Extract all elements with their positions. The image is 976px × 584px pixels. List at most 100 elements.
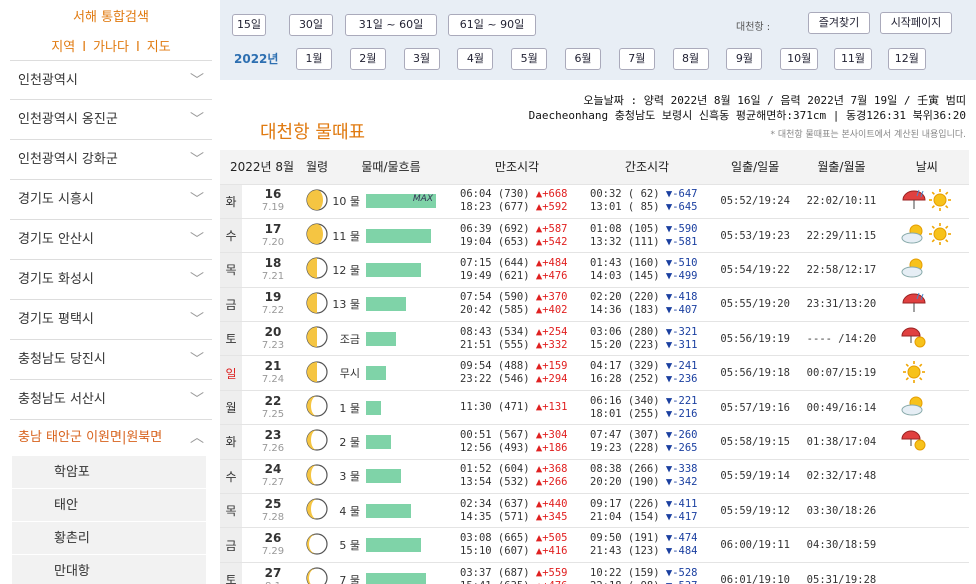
- low-tide-change: ▼-647: [665, 188, 698, 201]
- month-button[interactable]: 5월: [511, 48, 548, 70]
- sidebar-item-label: 경기도 시흥시: [18, 192, 94, 207]
- high-tide-time: 01:52 (604): [460, 463, 530, 476]
- month-button[interactable]: 3월: [403, 48, 440, 70]
- low-tide-time: 03:06 (280): [590, 325, 660, 338]
- bookmark-button[interactable]: 즐겨찾기: [808, 12, 870, 34]
- sidebar-item-label: 인천광역시 강화군: [18, 152, 118, 167]
- tide-bar-cell: [366, 321, 452, 356]
- sidebar-item[interactable]: 충청남도 당진시 ﹀: [10, 340, 212, 380]
- high-tide-time: 13:54 (532): [460, 476, 530, 489]
- low-tide-time: 09:17 (226): [590, 497, 660, 510]
- home-button[interactable]: 시작페이지: [880, 12, 952, 34]
- low-tide-cell: 01:08 (105) ▼-590 13:32 (111) ▼-581: [582, 217, 712, 253]
- month-button[interactable]: 6월: [565, 48, 601, 70]
- low-tide-change: ▼-474: [665, 532, 698, 545]
- range-button[interactable]: 15일: [232, 14, 266, 36]
- low-tide-change: ▼-417: [665, 510, 698, 523]
- moonrise-moonset: 00:07/15:19: [798, 355, 885, 391]
- tide-row: 토 20 7.23 조금 08:43 (534) ▲+254 21:51 (555) ▲+…: [220, 321, 969, 356]
- sunrise-sunset: 05:59/19:14: [712, 458, 799, 494]
- day-of-week: 수: [220, 217, 242, 253]
- moonrise-moonset: 23:31/13:20: [798, 286, 885, 322]
- month-button[interactable]: 4월: [457, 48, 494, 70]
- weather-cell: [884, 217, 969, 253]
- sidebar-item[interactable]: 인천광역시 옹진군 ﹀: [10, 100, 212, 140]
- main-content: 15일 30일 31일 ~ 60일 61일 ~ 90일 대천항 : 즐겨찾기 시작페이…: [220, 0, 976, 584]
- sidebar-title: 서해 통합검색: [73, 10, 149, 25]
- high-tide-change: ▲+368: [535, 463, 568, 476]
- tab-map[interactable]: 지도: [147, 40, 171, 55]
- tide-row: 목 25 7.28 4 물 02:34 (637) ▲+440 14:35 (571) ▲…: [220, 493, 969, 528]
- range-button[interactable]: 30일: [289, 14, 333, 36]
- tide-phase: 12 물: [330, 252, 366, 288]
- low-tide-time: 04:17 (329): [590, 360, 660, 373]
- range-button[interactable]: 31일 ~ 60일: [345, 14, 437, 36]
- tab-region[interactable]: 지역: [51, 40, 75, 55]
- high-tide-change: ▲+484: [535, 256, 568, 269]
- day-of-week: 토: [220, 321, 242, 356]
- high-tide-change: ▲+542: [535, 235, 568, 248]
- low-tide-time: 09:50 (191): [590, 532, 660, 545]
- sidebar-subitem-list: 학암포 태안 황촌리 만대항: [10, 456, 212, 584]
- low-tide-change: ▼-265: [665, 441, 698, 454]
- sidebar-item[interactable]: 인천광역시 ﹀: [10, 60, 212, 100]
- sidebar-item[interactable]: 경기도 안산시 ﹀: [10, 220, 212, 260]
- month-button[interactable]: 2월: [349, 48, 386, 70]
- weather-cell: [884, 355, 969, 391]
- col-moon: 월령: [304, 150, 330, 184]
- sidebar-item[interactable]: 인천광역시 강화군 ﹀: [10, 140, 212, 180]
- low-tide-change: ▼-321: [665, 325, 698, 338]
- range-button[interactable]: 61일 ~ 90일: [448, 14, 536, 36]
- day-of-week: 금: [220, 527, 242, 563]
- tab-alphabetical[interactable]: 가나다: [93, 40, 129, 55]
- high-tide-cell: 01:52 (604) ▲+368 13:54 (532) ▲+266: [452, 458, 582, 494]
- tide-row: 수 17 7.20 11 물 06:39 (692) ▲+587 19:04 (653) …: [220, 217, 969, 253]
- low-tide-change: ▼-236: [665, 373, 698, 386]
- sidebar-item[interactable]: 경기도 평택시 ﹀: [10, 300, 212, 340]
- low-tide-change: ▼-221: [665, 394, 698, 407]
- low-tide-change: ▼-581: [665, 235, 698, 248]
- month-button[interactable]: 9월: [726, 48, 763, 70]
- sidebar-subitem[interactable]: 황촌리: [12, 522, 206, 555]
- high-tide-change: ▲+304: [535, 428, 568, 441]
- sunrise-sunset: 05:58/19:15: [712, 424, 799, 460]
- low-tide-cell: 04:17 (329) ▼-241 16:28 (252) ▼-236: [582, 355, 712, 391]
- sidebar-tabs: 지역 I 가나다 I 지도: [51, 40, 171, 55]
- sidebar-item[interactable]: 충청남도 서산시 ﹀: [10, 380, 212, 420]
- sidebar-item[interactable]: 경기도 화성시 ﹀: [10, 260, 212, 300]
- high-tide-time: 20:42 (585): [460, 304, 530, 317]
- low-tide-cell: 02:20 (220) ▼-418 14:36 (183) ▼-407: [582, 286, 712, 322]
- page-title: 대천항 물때표: [260, 122, 366, 143]
- low-tide-change: ▼-499: [665, 269, 698, 282]
- sun-icon: [927, 188, 953, 215]
- month-button[interactable]: 12월: [887, 48, 926, 70]
- high-tide-change: ▲+592: [535, 201, 568, 214]
- port-label: 대천항 :: [736, 22, 771, 33]
- low-tide-time: 16:28 (252): [590, 373, 660, 386]
- sidebar-subitem[interactable]: 학암포: [12, 456, 206, 489]
- low-tide-change: ▼-645: [665, 201, 698, 214]
- sidebar-subitem[interactable]: 태안: [12, 489, 206, 522]
- high-tide-time: 02:34 (637): [460, 497, 530, 510]
- month-button[interactable]: 11월: [834, 48, 872, 70]
- chevron-down-icon: ﹀: [190, 112, 204, 128]
- high-tide-change: ▲+345: [535, 510, 568, 523]
- sidebar-item[interactable]: 경기도 시흥시 ﹀: [10, 180, 212, 220]
- solar-day: 16: [264, 187, 282, 202]
- month-button[interactable]: 1월: [296, 48, 332, 70]
- solar-day: 22: [264, 393, 282, 408]
- month-button[interactable]: 8월: [672, 48, 709, 70]
- sidebar-item-active[interactable]: 충남 태안군 이원면|원북면 ︿: [10, 420, 212, 456]
- tide-level-bar: [366, 503, 411, 518]
- high-tide-change: ▲+131: [535, 401, 568, 414]
- month-button[interactable]: 10월: [780, 48, 819, 70]
- sidebar-subitem[interactable]: 만대항: [12, 555, 206, 584]
- moonrise-moonset: 05:31/19:28: [798, 561, 885, 584]
- weather-cell: [884, 183, 969, 219]
- solar-day: 25: [264, 496, 282, 511]
- tide-bar-cell: [366, 424, 452, 460]
- high-tide-change: ▲+266: [535, 476, 568, 489]
- date-cell: 20 7.23: [242, 321, 304, 356]
- low-tide-time: 19:23 (228): [590, 441, 660, 454]
- month-button[interactable]: 7월: [618, 48, 655, 70]
